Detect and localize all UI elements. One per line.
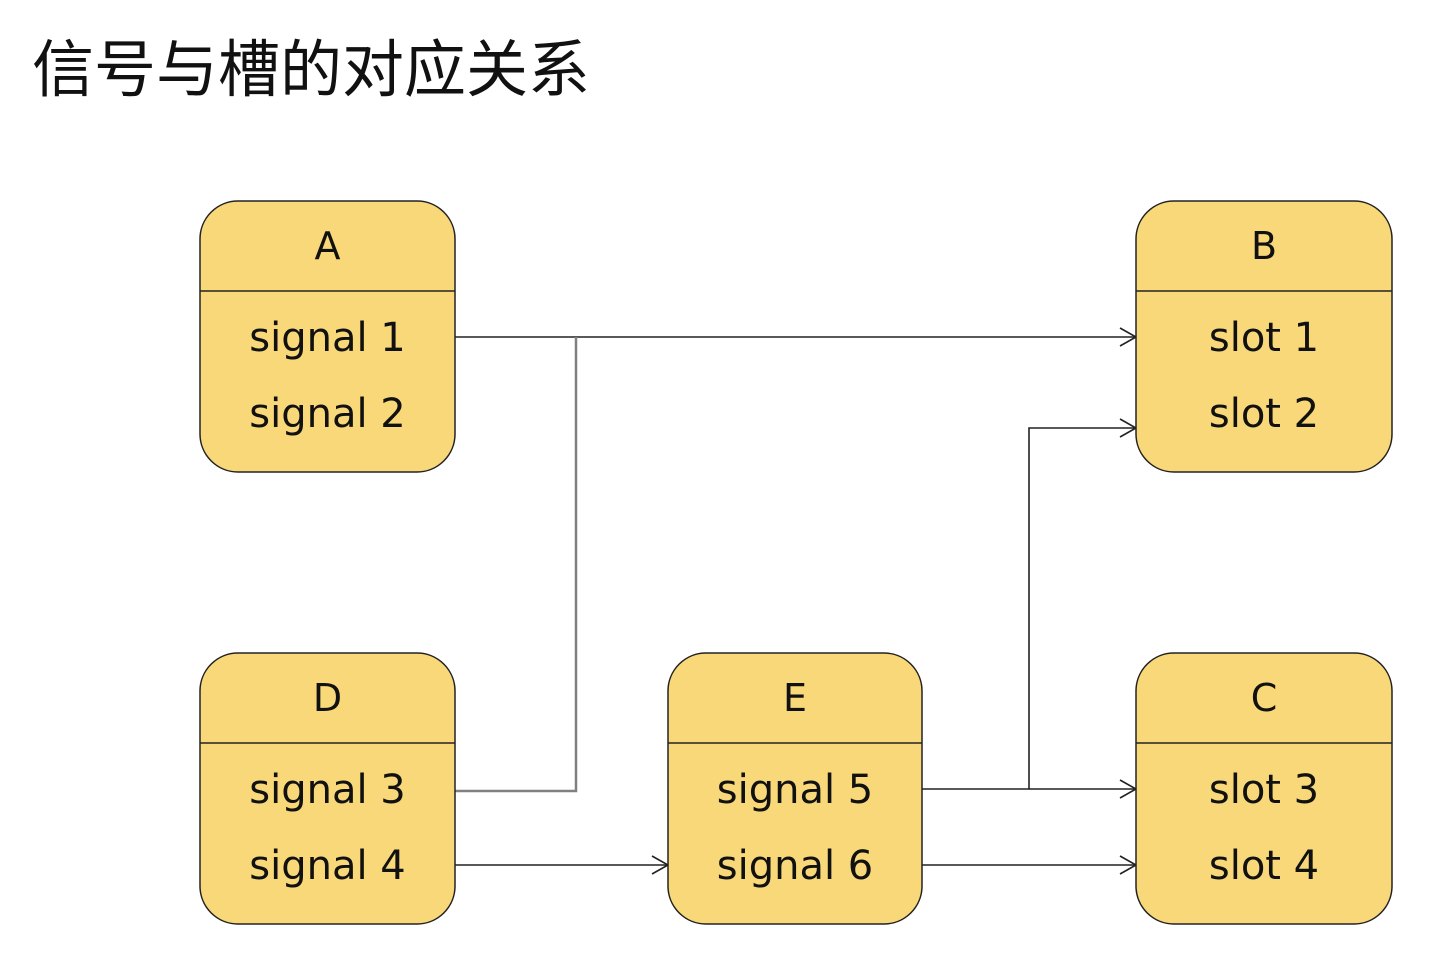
port-slot1: slot 1 [1209,315,1319,361]
port-signal1: signal 1 [249,315,405,361]
node-name: E [783,676,807,720]
edge-3 [455,855,670,875]
node-name: B [1251,224,1277,268]
node-c: Cslot 3 slot 4 [1135,652,1393,925]
node-name: D [313,676,342,720]
node-b: Bslot 1 slot 2 [1135,200,1393,473]
port-slot2: slot 2 [1209,391,1319,437]
node-name: A [315,224,341,268]
nodes-layer: Asignal 1 signal 2 Bslot 1 slot 2 Cslot 3 slo… [199,200,1393,925]
edge-line [922,427,1136,790]
node-a: Asignal 1 signal 2 [199,200,456,473]
port-signal3: signal 3 [249,767,405,813]
edge-2 [455,337,578,793]
port-signal5: signal 5 [717,767,873,813]
port-signal6: signal 6 [717,843,873,889]
edge-1 [455,327,1138,347]
port-signal2: signal 2 [249,391,405,437]
port-signal4: signal 4 [249,843,405,889]
edge-5 [1029,779,1138,799]
node-d: Dsignal 3 signal 4 [199,652,456,925]
port-slot4: slot 4 [1209,843,1319,889]
edge-line [455,337,578,793]
edge-6 [922,855,1138,875]
node-e: Esignal 5 signal 6 [667,652,923,925]
node-name: C [1251,676,1278,720]
signal-slot-diagram: Asignal 1 signal 2 Bslot 1 slot 2 Cslot 3 slo… [199,200,1393,925]
edge-4 [922,418,1138,790]
port-slot3: slot 3 [1209,767,1319,813]
